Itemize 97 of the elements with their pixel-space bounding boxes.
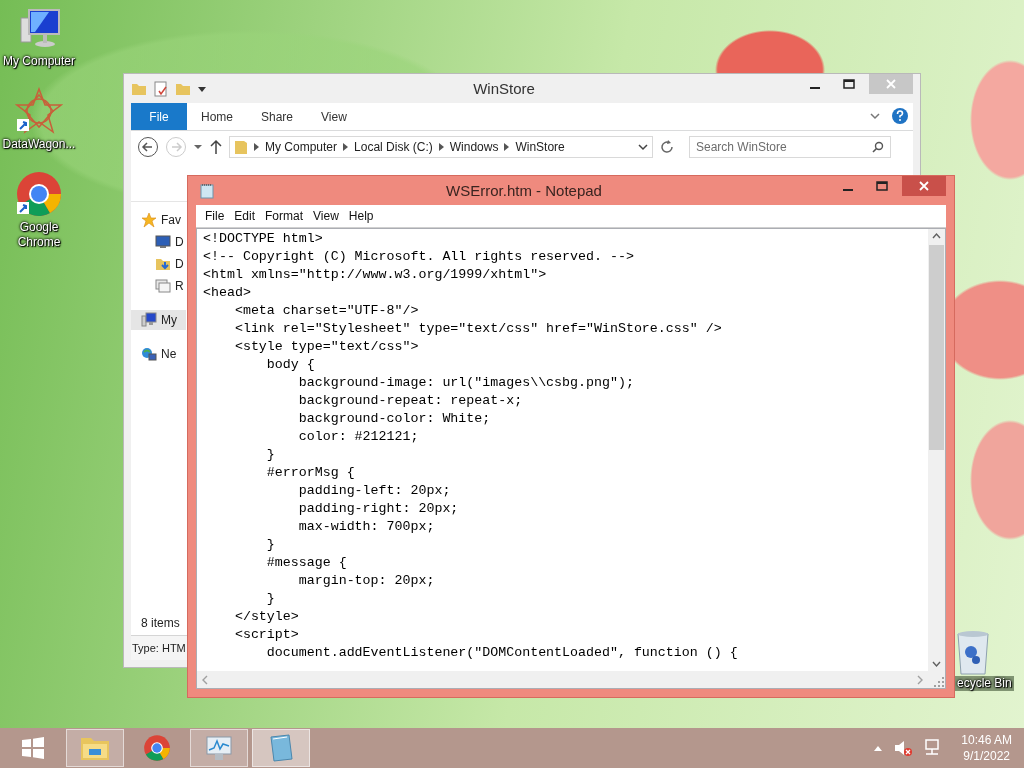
minimize-icon: [810, 86, 820, 89]
folder-icon: [234, 139, 248, 155]
chevron-left-icon[interactable]: [201, 674, 210, 685]
code-line: padding-left: 20px;: [297, 482, 451, 500]
vertical-scrollbar[interactable]: [928, 229, 945, 671]
menu-item[interactable]: Help: [343, 209, 379, 223]
monitor-icon: [155, 235, 171, 249]
close-icon: [919, 181, 929, 191]
taskbar-button[interactable]: [190, 729, 248, 767]
code-line: <!DOCTYPE html>: [203, 230, 323, 248]
chevron-right-icon[interactable]: [915, 674, 924, 685]
documents-icon: [155, 278, 171, 294]
minimize-icon: [843, 188, 853, 191]
code-line: <!-- Copyright (C) Microsoft. All rights reserved. -->: [203, 248, 634, 266]
search-field[interactable]: Search WinStore: [689, 136, 891, 158]
nav-item[interactable]: My: [131, 310, 186, 330]
chevron-right-icon: [254, 143, 259, 151]
resize-grip-icon[interactable]: [933, 676, 945, 688]
caret-icon[interactable]: [193, 142, 203, 152]
properties-icon[interactable]: [153, 80, 169, 97]
maximize-icon: [843, 79, 855, 89]
code-line: <head>: [203, 284, 251, 302]
forward-button[interactable]: [165, 136, 187, 158]
nav-item[interactable]: D: [131, 232, 186, 252]
chrome-icon: [15, 170, 63, 218]
code-line: #errorMsg {: [265, 464, 355, 482]
speaker-muted-icon[interactable]: [893, 739, 914, 757]
network-icon[interactable]: [923, 739, 942, 757]
code-line: <script>: [233, 626, 299, 644]
code-line: max-width: 700px;: [297, 518, 435, 536]
performance-monitor-icon[interactable]: [204, 734, 234, 762]
code-line: }: [265, 536, 275, 554]
file-tab[interactable]: File: [131, 103, 187, 130]
code-line: document.addEventListener("DOMContentLoaded", function () {: [265, 644, 738, 662]
menu-item[interactable]: Format: [260, 209, 309, 223]
network-icon: [141, 346, 157, 362]
code-line: color: #212121;: [297, 428, 419, 446]
breadcrumb-item[interactable]: Local Disk (C:): [354, 140, 433, 154]
star-icon: [141, 212, 157, 228]
chrome-icon[interactable]: [143, 734, 171, 762]
caret-up-icon[interactable]: [873, 744, 884, 752]
chevron-down-icon[interactable]: [638, 143, 648, 151]
ribbon-tab[interactable]: Home: [187, 103, 247, 130]
chevron-right-icon: [504, 143, 510, 151]
breadcrumb-item[interactable]: Windows: [449, 140, 499, 154]
clock-date: 9/1/2022: [963, 748, 1010, 764]
nav-item[interactable]: Ne: [131, 344, 186, 364]
menu-item[interactable]: Edit: [229, 209, 261, 223]
up-arrow-icon[interactable]: [209, 139, 223, 155]
code-line: <link rel="Stylesheet" type="text/css" href="WinStore.css" />: [233, 320, 722, 338]
menu-item[interactable]: View: [308, 209, 344, 223]
notepad-icon[interactable]: [267, 733, 295, 763]
nav-item[interactable]: R: [131, 276, 186, 296]
close-icon: [886, 79, 896, 89]
code-line: <meta charset="UTF-8"/>: [233, 302, 419, 320]
recycle-bin-icon[interactable]: [955, 630, 991, 676]
computer-icon: [141, 312, 157, 328]
code-line: <style type="text/css">: [233, 338, 419, 356]
code-line: body {: [265, 356, 315, 374]
search-icon: [872, 141, 884, 153]
taskbar-button[interactable]: [252, 729, 310, 767]
refresh-icon[interactable]: [659, 139, 675, 155]
chevron-right-icon: [343, 143, 349, 151]
code-line: background-image: url("images\\csbg.png");: [297, 374, 634, 392]
code-line: }: [265, 590, 275, 608]
code-line: <html xmlns="http://www.w3.org/1999/xhtml">: [203, 266, 547, 284]
notepad-icon[interactable]: [200, 182, 214, 199]
code-line: </style>: [233, 608, 299, 626]
maximize-icon: [876, 181, 888, 191]
clock-time: 10:46 AM: [961, 732, 1012, 748]
address-bar[interactable]: My Computer Local Disk (C:) Windows WinStore: [229, 136, 653, 158]
code-line: #message {: [265, 554, 347, 572]
back-button[interactable]: [137, 136, 159, 158]
scrollbar-thumb[interactable]: [929, 245, 944, 450]
folder-icon: [155, 256, 171, 272]
code-line: padding-right: 20px;: [297, 500, 459, 518]
details-text: Type: HTM: [131, 642, 186, 654]
horizontal-scrollbar[interactable]: [197, 671, 928, 688]
breadcrumb-item[interactable]: WinStore: [515, 140, 565, 154]
code-line: }: [265, 446, 275, 464]
status-text: 8 items: [140, 615, 181, 632]
windows-logo-icon: [21, 736, 45, 760]
ribbon-tab[interactable]: Share: [247, 103, 308, 130]
chevron-right-icon: [438, 143, 444, 151]
ribbon-tab[interactable]: View: [307, 103, 361, 130]
close-button[interactable]: [902, 176, 946, 196]
window-title: WSError.htm - Notepad: [445, 182, 603, 199]
menu-item[interactable]: File: [200, 209, 230, 223]
code-line: background-color: White;: [297, 410, 491, 428]
star-pattern-icon: [15, 87, 63, 135]
nav-item[interactable]: D: [131, 254, 186, 274]
nav-item[interactable]: Fav: [131, 210, 186, 230]
code-line: background-repeat: repeat-x;: [297, 392, 523, 410]
code-line: margin-top: 20px;: [297, 572, 435, 590]
taskbar-button[interactable]: [66, 729, 124, 767]
window-title: WinStore: [472, 80, 536, 97]
breadcrumb-item[interactable]: My Computer: [265, 140, 338, 154]
